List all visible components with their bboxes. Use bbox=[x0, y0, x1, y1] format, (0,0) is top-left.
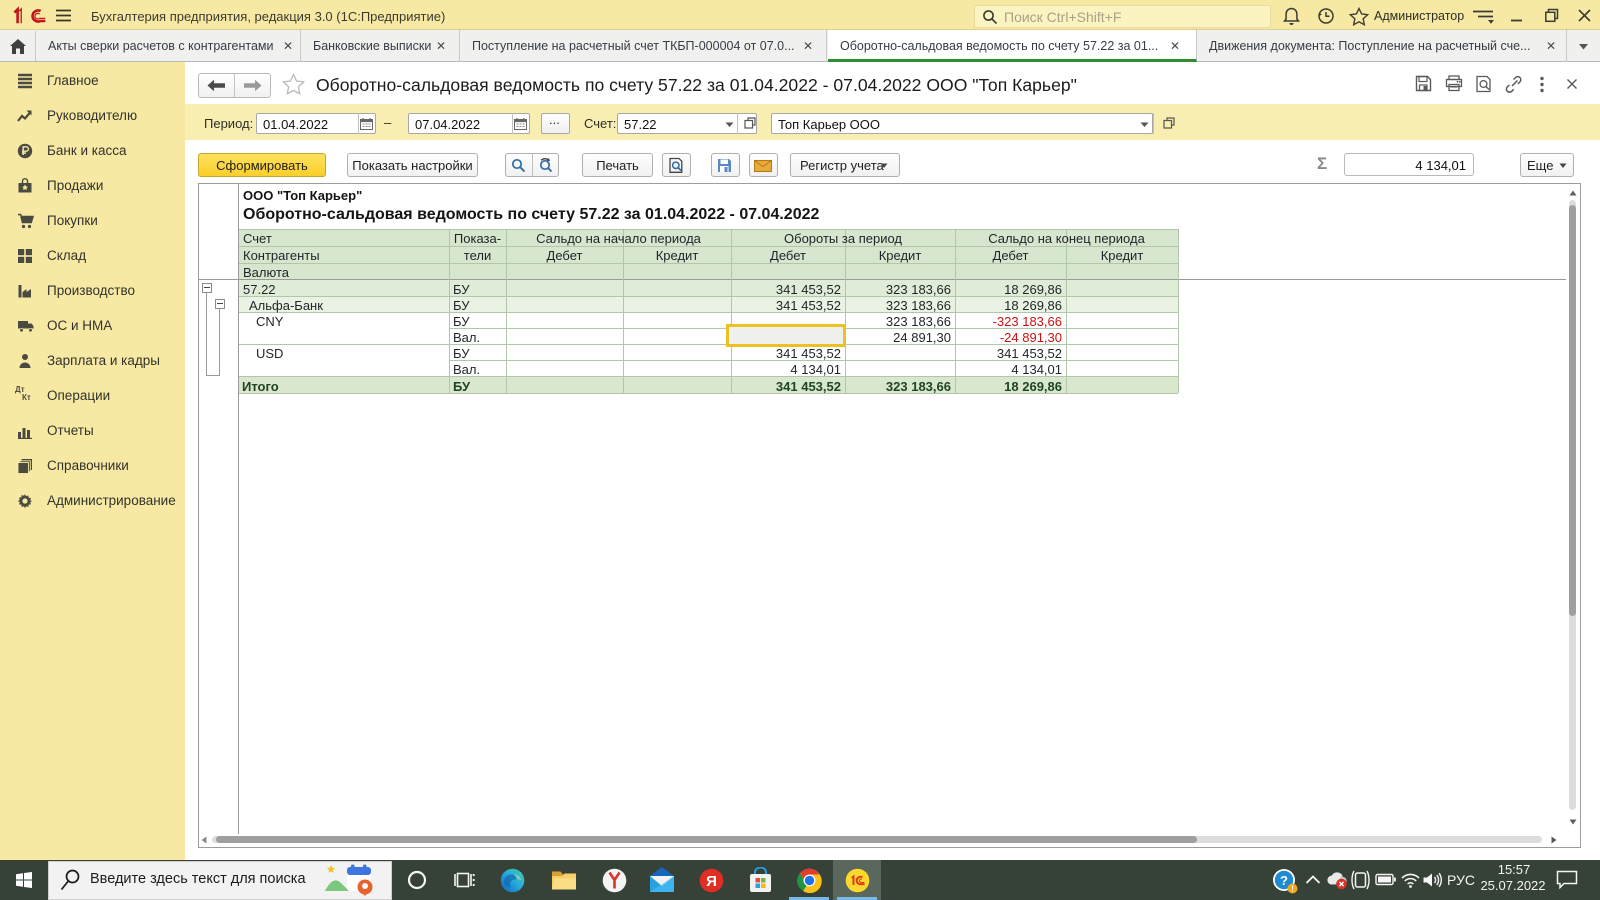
svg-text:!: ! bbox=[1291, 885, 1294, 894]
svg-text:Я: Я bbox=[706, 873, 717, 890]
svg-text:?: ? bbox=[1280, 873, 1288, 888]
